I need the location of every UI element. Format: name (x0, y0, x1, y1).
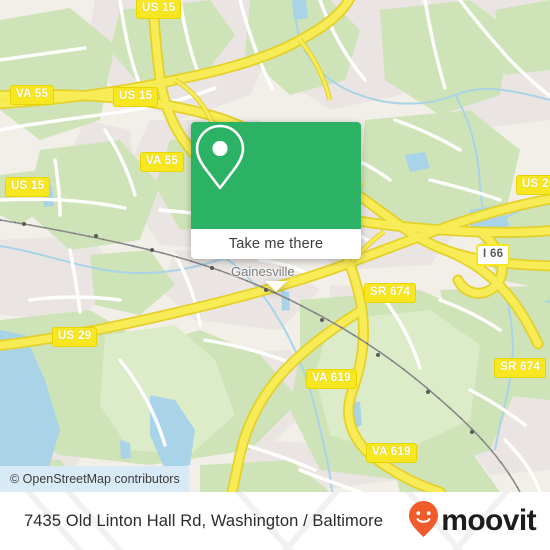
callout-header (191, 122, 361, 229)
address-label: 7435 Old Linton Hall Rd, Washington / Ba… (24, 511, 384, 530)
map-canvas[interactable]: US 15 VA 55 US 15 VA 55 US 15 US 29 I 66 SR 674… (0, 0, 550, 492)
road-shield: VA 619 (306, 369, 357, 389)
road-shield: US 15 (136, 0, 182, 19)
road-shield: US 15 (113, 87, 159, 107)
road-shield: SR 674 (364, 283, 417, 303)
road-shield: VA 55 (140, 152, 185, 172)
place-label-gainesville: Gainesville (231, 264, 295, 279)
road-shield: US 29 (516, 175, 550, 195)
road-shield: SR 674 (494, 358, 547, 378)
map-attribution[interactable]: © OpenStreetMap contributors (0, 466, 189, 492)
moovit-logo[interactable]: moovit (408, 500, 537, 543)
moovit-pin-icon (408, 500, 439, 543)
moovit-wordmark: moovit (441, 504, 536, 537)
map-screen: US 15 VA 55 US 15 VA 55 US 15 US 29 I 66 SR 674… (0, 0, 550, 550)
take-me-there-button[interactable]: Take me there (191, 229, 361, 259)
road-shield: I 66 (476, 244, 511, 266)
road-shield: US 29 (52, 327, 98, 347)
destination-callout[interactable]: Take me there (191, 122, 361, 292)
road-shield: US 15 (5, 177, 51, 197)
road-shield: VA 55 (10, 85, 55, 105)
footer-bar: 7435 Old Linton Hall Rd, Washington / Ba… (0, 492, 550, 550)
attribution-text: © OpenStreetMap contributors (10, 472, 180, 486)
take-me-there-label: Take me there (228, 236, 324, 252)
road-shield: VA 619 (366, 443, 417, 463)
callout-tail (265, 281, 287, 292)
